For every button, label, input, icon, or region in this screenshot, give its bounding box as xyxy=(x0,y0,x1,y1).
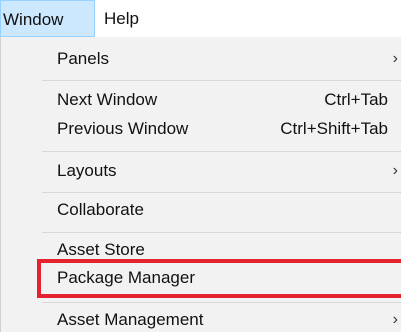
menu-item-asset-management[interactable]: Asset Management › xyxy=(1,305,401,335)
menu-separator xyxy=(42,151,401,152)
menu-item-package-manager[interactable]: Package Manager xyxy=(1,263,401,293)
menu-separator xyxy=(42,192,401,193)
menu-item-label: Package Manager xyxy=(57,268,195,287)
menu-item-label: Previous Window xyxy=(57,119,189,138)
menu-item-label: Asset Store xyxy=(57,240,145,259)
submenu-arrow-icon: › xyxy=(392,162,398,179)
menu-item-layouts[interactable]: Layouts › xyxy=(1,156,401,186)
submenu-arrow-icon: › xyxy=(392,50,398,67)
window-menu[interactable]: Window xyxy=(0,0,95,37)
help-menu[interactable]: Help xyxy=(104,0,174,37)
menu-item-next-window[interactable]: Next Window Ctrl+Tab xyxy=(1,85,401,115)
menu-bar: Window Help xyxy=(0,0,401,37)
menu-item-collaborate[interactable]: Collaborate xyxy=(1,195,401,225)
menu-item-panels[interactable]: Panels › xyxy=(1,44,401,74)
menu-item-label: Asset Management xyxy=(57,310,204,329)
submenu-arrow-icon: › xyxy=(392,311,398,328)
window-dropdown-menu: Panels › Next Window Ctrl+Tab Previous W… xyxy=(0,37,401,332)
menu-item-asset-store[interactable]: Asset Store xyxy=(1,235,401,265)
menu-separator xyxy=(42,232,401,233)
menu-separator xyxy=(42,302,401,303)
menu-item-label: Panels xyxy=(57,49,109,68)
menu-item-label: Collaborate xyxy=(57,200,144,219)
menu-separator xyxy=(42,80,401,81)
menu-item-label: Next Window xyxy=(57,90,158,109)
menu-item-label: Layouts xyxy=(57,161,117,180)
menu-item-previous-window[interactable]: Previous Window Ctrl+Shift+Tab xyxy=(1,114,401,144)
menu-item-shortcut: Ctrl+Tab xyxy=(324,90,388,109)
menu-item-shortcut: Ctrl+Shift+Tab xyxy=(280,119,388,138)
